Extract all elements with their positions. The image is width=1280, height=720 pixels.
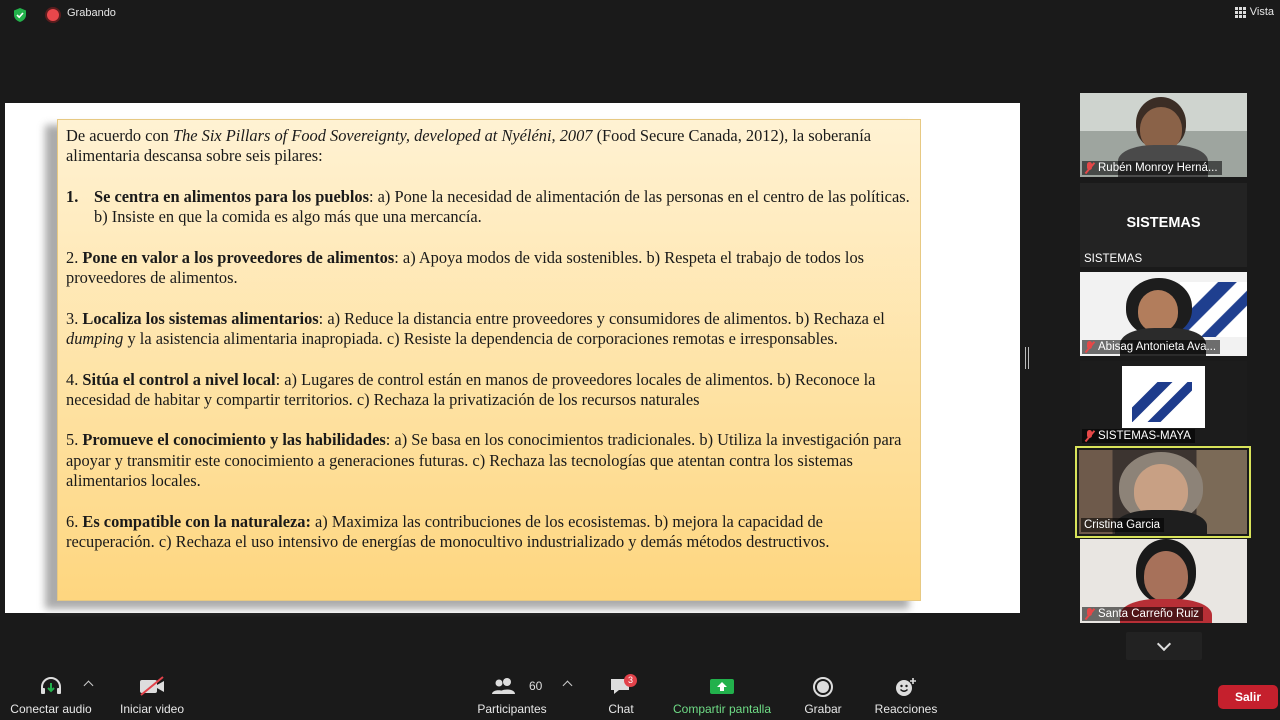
- chat-button[interactable]: 3 Chat: [596, 668, 646, 720]
- participant-name: Abisag Antonieta Ava...: [1082, 340, 1221, 354]
- bottom-toolbar: Conectar audio Iniciar video 60 Particip…: [0, 668, 1280, 720]
- slide-intro: De acuerdo con The Six Pillars of Food S…: [66, 126, 872, 166]
- start-video-label: Iniciar video: [119, 702, 185, 716]
- participant-tile[interactable]: Santa Carreño Ruiz: [1080, 539, 1247, 623]
- participants-button[interactable]: 60 Participantes: [472, 668, 552, 720]
- mic-muted-icon: [1085, 608, 1094, 620]
- connect-audio-button[interactable]: Conectar audio: [5, 668, 97, 720]
- participant-name: Cristina Garcia: [1081, 518, 1165, 532]
- mic-muted-icon: [1085, 430, 1094, 442]
- panel-resize-handle[interactable]: [1025, 347, 1029, 369]
- share-screen-icon: [710, 679, 734, 694]
- record-icon: [813, 677, 833, 697]
- participant-tile-active-speaker[interactable]: Cristina Garcia: [1075, 446, 1251, 538]
- security-shield-icon[interactable]: [12, 7, 28, 23]
- record-label: Grabar: [804, 702, 842, 716]
- reactions-label: Reacciones: [874, 702, 938, 716]
- pillar-1: 1. Se centra en alimentos para los puebl…: [66, 186, 910, 227]
- slide-content: De acuerdo con The Six Pillars of Food S…: [57, 119, 921, 601]
- pillar-3: 3. Localiza los sistemas alimentarios: a…: [66, 308, 885, 348]
- connect-audio-label: Conectar audio: [10, 702, 92, 716]
- reactions-button[interactable]: Reacciones: [870, 668, 942, 720]
- emoji-reaction-icon: [896, 678, 916, 696]
- mic-muted-icon: [1085, 162, 1094, 174]
- share-screen-button[interactable]: Compartir pantalla: [667, 668, 777, 720]
- pillar-2: 2. Pone en valor a los proveedores de al…: [66, 247, 865, 288]
- start-video-button[interactable]: Iniciar video: [112, 668, 192, 720]
- scroll-participants-down-button[interactable]: [1126, 632, 1202, 660]
- participant-tile[interactable]: Rubén Monroy Herná...: [1080, 93, 1247, 177]
- profile-logo-image: [1122, 366, 1205, 428]
- participant-name: Rubén Monroy Herná...: [1082, 161, 1222, 175]
- grid-view-icon: [1234, 6, 1246, 18]
- video-off-icon: [140, 676, 164, 696]
- participants-icon: [492, 678, 515, 694]
- chat-unread-badge: 3: [624, 674, 638, 687]
- headphones-icon: [41, 677, 61, 694]
- pillar-4: 4. Sitúa el control a nivel local: a) Lu…: [66, 369, 876, 409]
- chat-label: Chat: [608, 702, 634, 716]
- participant-name: Santa Carreño Ruiz: [1082, 607, 1203, 621]
- participants-label: Participantes: [477, 702, 547, 716]
- participant-placeholder-name: SISTEMAS: [1126, 215, 1201, 231]
- shared-screen: De acuerdo con The Six Pillars of Food S…: [5, 103, 1020, 613]
- participants-count: 60: [529, 679, 543, 693]
- top-bar: Grabando Vista: [0, 0, 1280, 30]
- view-label: Vista: [1249, 6, 1274, 18]
- participant-tile[interactable]: SISTEMAS-MAYA: [1080, 361, 1247, 445]
- participant-tile[interactable]: SISTEMAS SISTEMAS: [1080, 183, 1247, 267]
- pillar-5: 5. Promueve el conocimiento y las habili…: [66, 430, 902, 491]
- mic-muted-icon: [1085, 341, 1094, 353]
- record-button[interactable]: Grabar: [798, 668, 848, 720]
- participant-name: SISTEMAS: [1084, 253, 1143, 265]
- participant-tile[interactable]: Abisag Antonieta Ava...: [1080, 272, 1247, 356]
- participants-options-caret[interactable]: [562, 680, 573, 691]
- participant-name: SISTEMAS-MAYA: [1082, 429, 1195, 443]
- share-screen-label: Compartir pantalla: [672, 702, 772, 716]
- leave-meeting-button[interactable]: Salir: [1218, 685, 1278, 709]
- view-button[interactable]: Vista: [1234, 6, 1274, 18]
- pillar-6: 6. Es compatible con la naturaleza: a) M…: [66, 511, 830, 551]
- recording-label: Grabando: [67, 7, 116, 19]
- recording-icon: [47, 9, 59, 21]
